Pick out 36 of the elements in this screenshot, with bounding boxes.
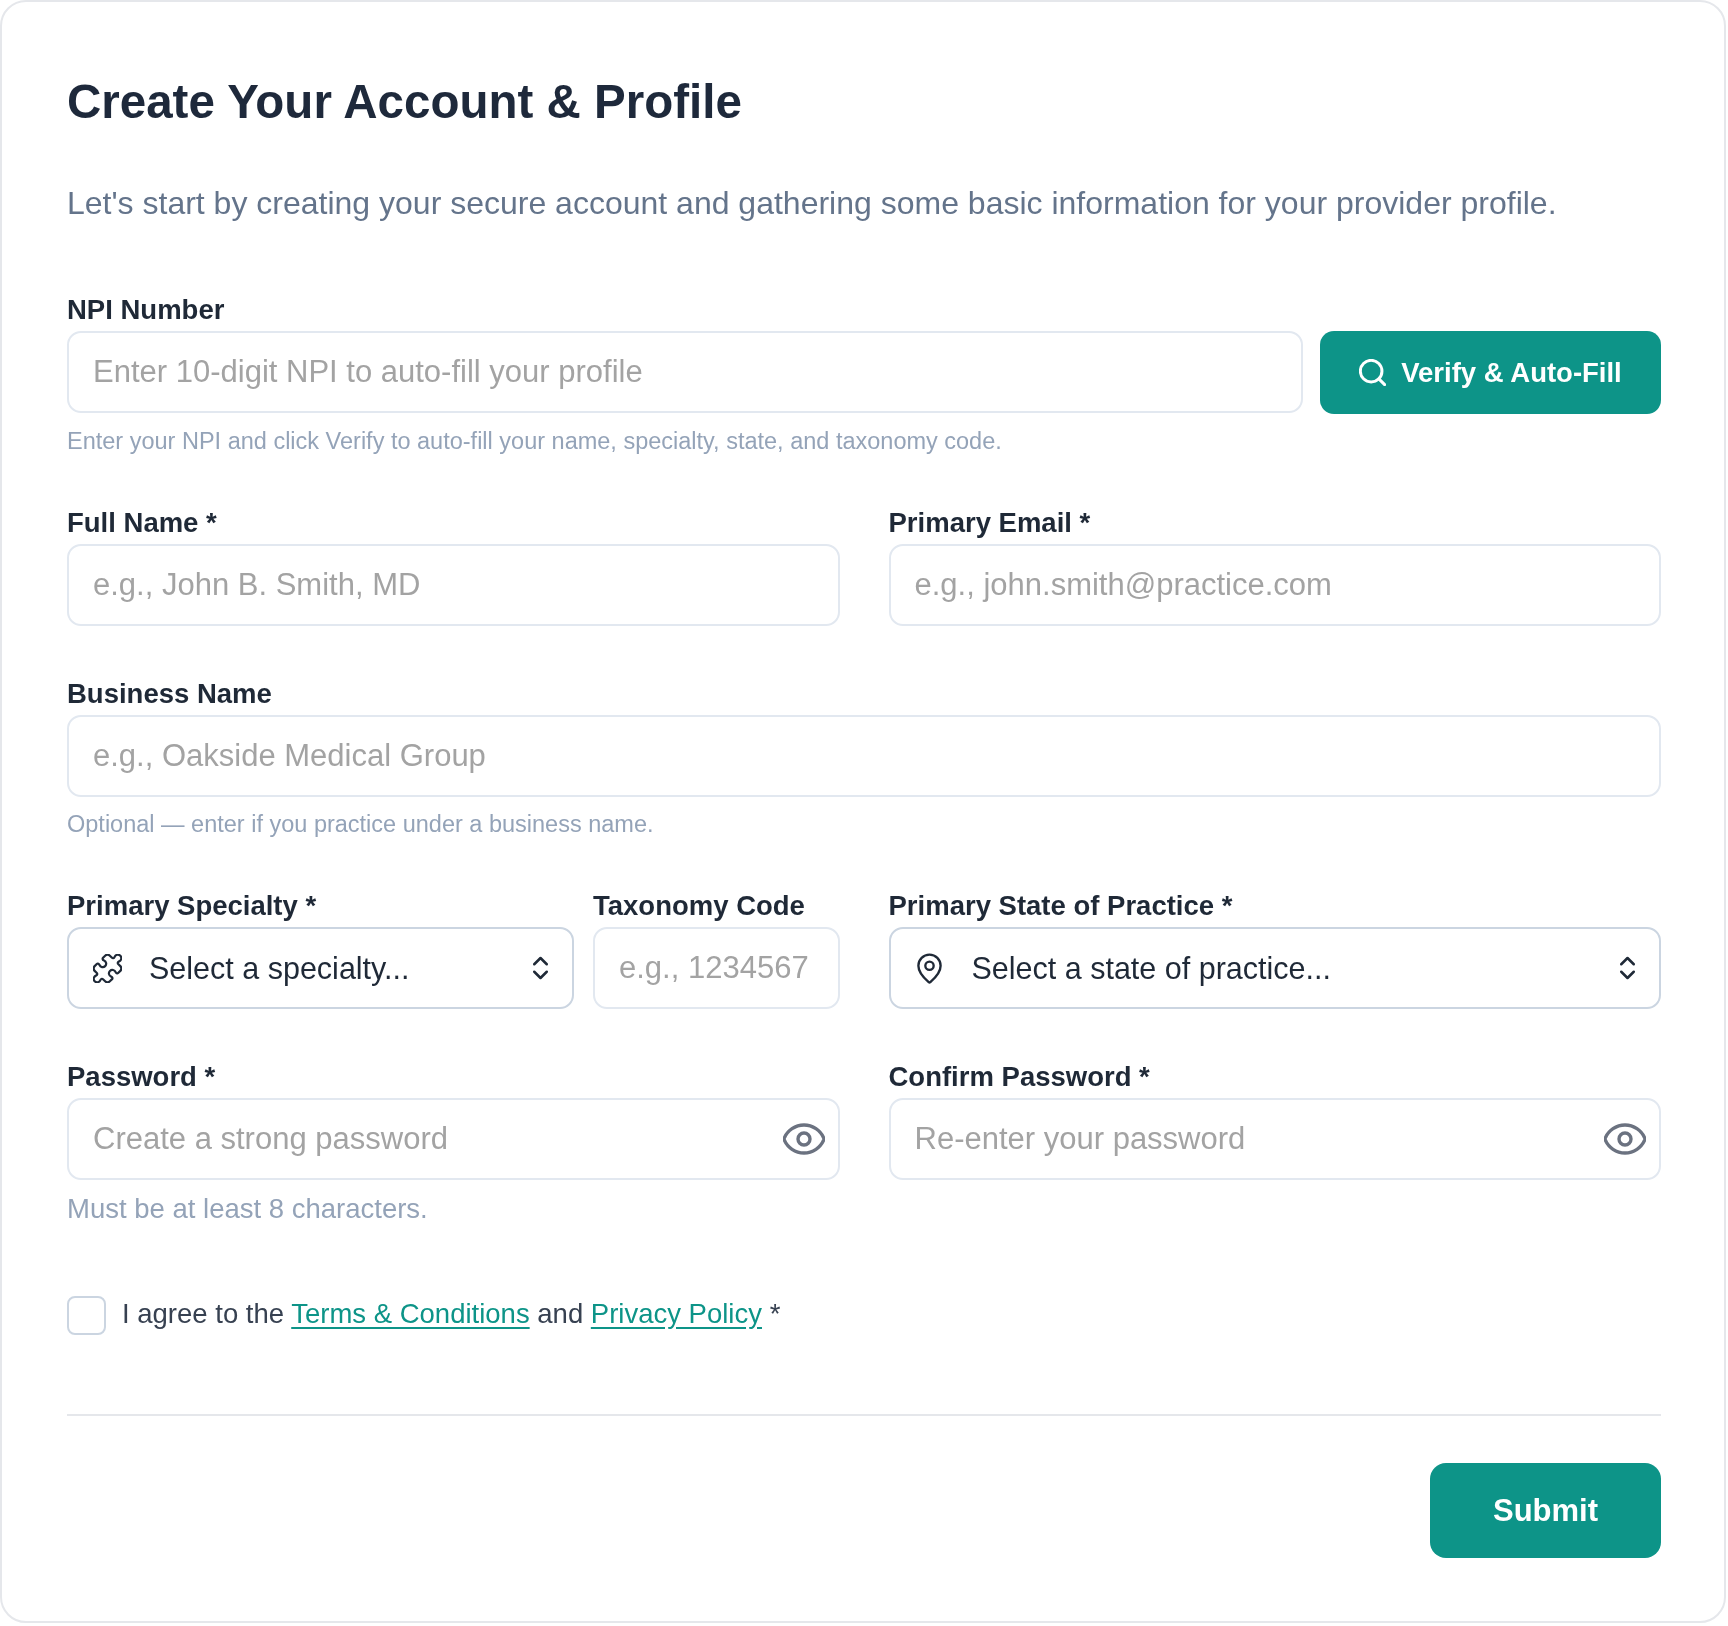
eye-icon[interactable]	[782, 1123, 825, 1155]
consent-checkbox[interactable]	[67, 1296, 106, 1335]
field-label: Primary Specialty *	[67, 891, 318, 921]
email-input[interactable]: e.g., john.smith@practice.com	[888, 544, 1661, 626]
map-pin-icon	[916, 952, 942, 984]
eye-icon[interactable]	[1604, 1123, 1646, 1155]
policy-link[interactable]: Terms & Conditions	[291, 1297, 530, 1329]
field-hint: Must be at least 8 characters.	[67, 1193, 429, 1225]
state-select[interactable]: Select a state of practice...	[888, 927, 1661, 1009]
field-label: NPI Number	[67, 295, 226, 325]
verify-button[interactable]: Verify & Auto-Fill	[1320, 331, 1661, 414]
chevron-up-down-icon	[1620, 956, 1635, 980]
taxonomy-code-input[interactable]: e.g., 1234567	[593, 927, 840, 1009]
field-hint: Enter your NPI and click Verify to auto-fill your name, specialty, state, and taxonomy code.	[67, 427, 1003, 455]
page-subtitle: Let's start by creating your secure account and gathering some basic information for your provider profile.	[67, 185, 1558, 221]
field-label: Full Name *	[67, 508, 218, 538]
confirm-password-input[interactable]: Re-enter your password	[888, 1098, 1661, 1180]
chevron-up-down-icon	[533, 956, 548, 980]
password-input[interactable]: Create a strong password	[67, 1098, 840, 1180]
field-label: Business Name	[67, 679, 273, 709]
puzzle-icon	[93, 953, 122, 983]
submit-button[interactable]: Submit	[1430, 1463, 1661, 1558]
specialty-select[interactable]: Select a specialty...	[67, 927, 574, 1009]
full-name-input[interactable]: e.g., John B. Smith, MD	[67, 544, 840, 626]
policy-link[interactable]: Privacy Policy	[590, 1297, 762, 1329]
field-label: Primary Email *	[888, 508, 1092, 538]
field-label: Confirm Password *	[888, 1062, 1151, 1092]
npi-input[interactable]: Enter 10-digit NPI to auto-fill your profile	[67, 331, 1303, 413]
business-name-input[interactable]: e.g., Oakside Medical Group	[67, 715, 1661, 797]
field-label: Password *	[67, 1062, 217, 1092]
page-title: Create Your Account & Profile	[67, 75, 743, 129]
field-hint: Optional — enter if you practice under a business name.	[67, 810, 655, 838]
field-label: Taxonomy Code	[593, 891, 806, 921]
field-label: Primary State of Practice *	[888, 891, 1234, 921]
search-icon	[1359, 359, 1387, 386]
consent-text: I agree to the Terms & Conditions and Privacy Policy *	[122, 1296, 781, 1331]
